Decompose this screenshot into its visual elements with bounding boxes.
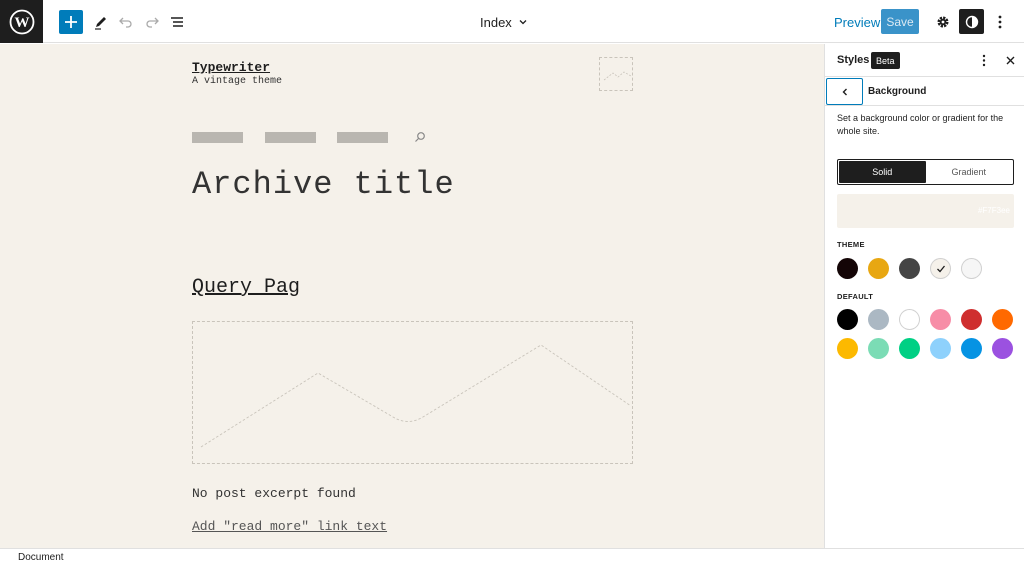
svg-text:W: W [14,15,29,31]
search-icon [415,132,425,142]
background-type-toggle: Solid Gradient [837,159,1014,185]
color-swatch[interactable] [868,338,889,359]
check-icon [936,265,945,272]
color-swatch[interactable] [961,338,982,359]
add-block-button[interactable] [59,10,83,34]
close-icon [1006,56,1014,64]
color-swatch[interactable] [930,309,951,330]
document-title: Index [480,14,512,30]
post-excerpt[interactable]: No post excerpt found [192,486,356,501]
color-swatch[interactable] [837,258,858,279]
save-button[interactable]: Save [881,9,919,34]
tab-gradient[interactable]: Gradient [926,161,1013,183]
color-swatch[interactable] [899,258,920,279]
styles-actions-button[interactable] [975,51,993,69]
color-swatch[interactable] [930,258,951,279]
redo-button[interactable] [140,10,164,34]
theme-palette-label: THEME [837,240,865,249]
current-color-hex: #F7F3ee [977,206,1010,215]
undo-button[interactable] [114,10,138,34]
block-breadcrumb-bar: Document [0,548,1024,566]
settings-button[interactable] [931,10,955,34]
read-more-link[interactable]: Add "read more" link text [192,519,387,534]
gear-icon [937,16,949,28]
color-swatch[interactable] [899,338,920,359]
color-swatch[interactable] [930,338,951,359]
undo-icon [119,17,132,28]
sidebar-title: Styles [837,54,870,66]
document-title-dropdown[interactable]: Index [480,12,528,32]
options-button[interactable] [988,10,1012,34]
color-swatch[interactable] [868,309,889,330]
image-placeholder-icon [603,71,632,81]
color-swatch[interactable] [837,338,858,359]
current-color-preview[interactable]: #F7F3ee [837,194,1014,228]
back-button[interactable] [826,78,863,105]
chevron-left-icon [842,88,847,95]
sidebar-navigation: Background [825,77,1024,106]
list-view-button[interactable] [165,10,189,34]
navigation-search-button[interactable] [413,130,427,144]
color-swatch[interactable] [992,338,1013,359]
navigation-item-placeholder[interactable] [192,132,243,143]
breadcrumb-document[interactable]: Document [18,552,64,563]
wordpress-logo-button[interactable]: W [0,0,43,43]
more-vertical-icon [998,15,1002,29]
site-logo-placeholder[interactable] [599,57,633,91]
archive-title[interactable]: Archive title [192,166,455,203]
site-tagline[interactable]: A vintage theme [192,76,282,87]
close-sidebar-button[interactable] [1001,51,1019,69]
section-title: Background [868,86,927,97]
more-vertical-icon [982,54,986,66]
color-swatch[interactable] [837,309,858,330]
background-description: Set a background color or gradient for t… [837,113,1004,136]
half-circle-contrast-icon [965,15,978,28]
styles-sidebar: Styles Beta Background Set a background … [824,44,1024,548]
edit-tool-button[interactable] [89,10,113,34]
editor-top-bar: W Index Preview Save [0,0,1024,43]
color-swatch[interactable] [899,309,920,330]
pencil-icon [95,17,106,30]
query-post-title[interactable]: Query Pag [192,276,300,299]
color-swatch[interactable] [961,309,982,330]
color-swatch[interactable] [961,258,982,279]
editor-canvas[interactable]: Typewriter A vintage theme Archive title… [0,44,824,548]
styles-button[interactable] [959,9,984,34]
color-swatch[interactable] [868,258,889,279]
list-view-icon [171,17,183,27]
default-palette-label: DEFAULT [837,292,874,301]
beta-badge: Beta [871,52,900,69]
redo-icon [146,17,159,28]
site-title[interactable]: Typewriter [192,60,270,75]
chevron-down-icon [519,20,527,25]
preview-button[interactable]: Preview [826,10,888,34]
navigation-item-placeholder[interactable] [265,132,316,143]
featured-image-placeholder[interactable] [192,321,633,464]
navigation-item-placeholder[interactable] [337,132,388,143]
image-placeholder-icon [200,344,632,448]
plus-icon [65,16,77,28]
wordpress-icon: W [9,9,34,34]
tab-solid[interactable]: Solid [839,161,926,183]
sidebar-header: Styles Beta [825,44,1024,77]
color-swatch[interactable] [992,309,1013,330]
